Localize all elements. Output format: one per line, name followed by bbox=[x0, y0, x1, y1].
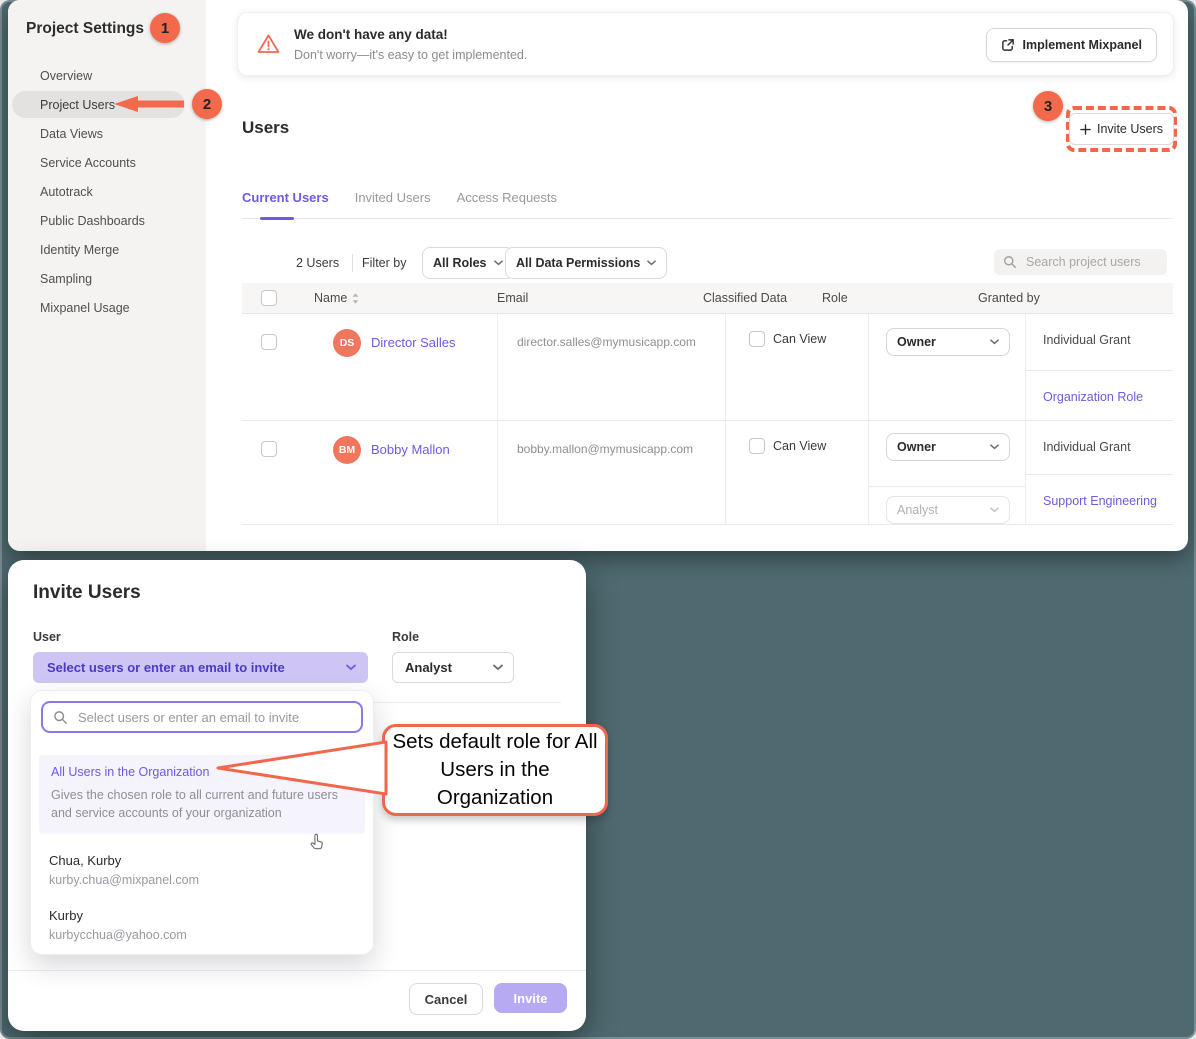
role-select[interactable]: Analyst bbox=[392, 652, 514, 683]
invite-button[interactable]: Invite bbox=[494, 983, 567, 1013]
banner-title: We don't have any data! bbox=[294, 27, 448, 42]
annotation-arrow-icon bbox=[112, 95, 186, 113]
support-engineering-link[interactable]: Support Engineering bbox=[1043, 494, 1157, 508]
permissions-filter-dropdown[interactable]: All Data Permissions bbox=[505, 247, 667, 279]
user-count: 2 Users bbox=[296, 256, 339, 270]
can-view-checkbox[interactable] bbox=[749, 331, 765, 347]
can-view-checkbox[interactable] bbox=[749, 438, 765, 454]
roles-filter-dropdown[interactable]: All Roles bbox=[422, 247, 514, 279]
dropdown-search[interactable] bbox=[41, 701, 363, 733]
granted-by-link-cell: Organization Role bbox=[1026, 370, 1173, 420]
hand-cursor-icon bbox=[307, 833, 326, 852]
col-granted-by: Granted by bbox=[978, 291, 1040, 305]
chevron-down-icon bbox=[647, 260, 656, 266]
role-dropdown[interactable]: Owner bbox=[886, 328, 1010, 356]
user-select-dropdown: All Users in the Organization Gives the … bbox=[30, 690, 374, 955]
sidebar-item-sampling[interactable]: Sampling bbox=[8, 264, 206, 293]
table-row: BM Bobby Mallon bobby.mallon@mymusicapp.… bbox=[242, 421, 1173, 525]
dialog-title: Invite Users bbox=[33, 582, 141, 604]
search-project-users[interactable] bbox=[994, 249, 1167, 275]
col-email: Email bbox=[497, 291, 528, 305]
warning-icon bbox=[256, 32, 281, 56]
invite-users-button[interactable]: Invite Users bbox=[1069, 113, 1174, 145]
granted-by-value: Individual Grant bbox=[1026, 421, 1173, 474]
option-user[interactable]: Kurby kurbycchua@yahoo.com bbox=[49, 908, 187, 942]
role-dropdown[interactable]: Owner bbox=[886, 433, 1010, 461]
implement-mixpanel-button[interactable]: Implement Mixpanel bbox=[986, 28, 1157, 62]
sidebar-item-overview[interactable]: Overview bbox=[8, 61, 206, 90]
role-field-label: Role bbox=[392, 630, 419, 644]
sidebar-item-service-accounts[interactable]: Service Accounts bbox=[8, 148, 206, 177]
annotation-badge-1: 1 bbox=[150, 13, 180, 43]
sidebar-item-public-dashboards[interactable]: Public Dashboards bbox=[8, 206, 206, 235]
filter-row: 2 Users Filter by All Roles All Data Per… bbox=[242, 247, 1172, 279]
plus-icon bbox=[1080, 124, 1091, 135]
organization-role-link[interactable]: Organization Role bbox=[1043, 390, 1143, 404]
annotation-callout: Sets default role for All Users in the O… bbox=[382, 724, 608, 816]
option-user[interactable]: Chua, Kurby kurby.chua@mixpanel.com bbox=[49, 853, 199, 887]
external-link-icon bbox=[1001, 38, 1015, 52]
sidebar-item-identity-merge[interactable]: Identity Merge bbox=[8, 235, 206, 264]
filter-divider bbox=[352, 254, 353, 272]
can-view-label: Can View bbox=[773, 331, 826, 347]
filter-by-label: Filter by bbox=[362, 256, 406, 270]
sidebar-item-data-views[interactable]: Data Views bbox=[8, 119, 206, 148]
users-table: Name Email Classified Data Role Granted … bbox=[242, 283, 1173, 525]
col-name: Name bbox=[314, 291, 347, 305]
annotation-badge-3: 3 bbox=[1033, 91, 1063, 121]
avatar: DS bbox=[333, 329, 361, 357]
annotation-dashed-box: Invite Users bbox=[1066, 106, 1177, 152]
footer-divider bbox=[8, 970, 586, 971]
chevron-down-icon bbox=[494, 260, 503, 266]
tab-current-users[interactable]: Current Users bbox=[242, 183, 329, 218]
sort-icon[interactable] bbox=[352, 293, 359, 304]
screenshot-canvas: Project Settings Overview Project Users … bbox=[0, 0, 1196, 1039]
table-row: DS Director Salles director.salles@mymus… bbox=[242, 314, 1173, 421]
table-header: Name Email Classified Data Role Granted … bbox=[242, 283, 1173, 314]
avatar: BM bbox=[333, 436, 361, 464]
annotation-callout-tail bbox=[212, 736, 388, 800]
chevron-down-icon bbox=[990, 339, 999, 345]
settings-sidebar: Project Settings Overview Project Users … bbox=[8, 0, 206, 551]
active-tab-underline bbox=[260, 217, 294, 221]
user-field-label: User bbox=[33, 630, 61, 644]
user-name-link[interactable]: Bobby Mallon bbox=[371, 436, 450, 524]
chevron-down-icon bbox=[493, 664, 503, 671]
sidebar-item-autotrack[interactable]: Autotrack bbox=[8, 177, 206, 206]
banner-action-label: Implement Mixpanel bbox=[1023, 38, 1142, 52]
row-checkbox[interactable] bbox=[261, 334, 277, 350]
col-classified: Classified Data bbox=[703, 291, 787, 305]
can-view-label: Can View bbox=[773, 438, 826, 454]
chevron-down-icon bbox=[990, 507, 999, 513]
users-tabs: Current Users Invited Users Access Reque… bbox=[242, 183, 1172, 219]
select-all-checkbox[interactable] bbox=[261, 290, 277, 306]
col-role: Role bbox=[822, 291, 848, 305]
granted-by-value: Individual Grant bbox=[1026, 314, 1173, 370]
banner-subtitle: Don't worry—it's easy to get implemented… bbox=[294, 48, 527, 62]
cancel-button[interactable]: Cancel bbox=[409, 983, 483, 1015]
tab-access-requests[interactable]: Access Requests bbox=[457, 183, 557, 218]
no-data-banner: We don't have any data! Don't worry—it's… bbox=[237, 12, 1174, 76]
annotation-badge-2: 2 bbox=[192, 89, 222, 119]
granted-by-link-cell: Support Engineering bbox=[1026, 474, 1173, 524]
page-title: Project Settings bbox=[26, 20, 144, 38]
chevron-down-icon bbox=[346, 664, 356, 671]
tab-invited-users[interactable]: Invited Users bbox=[355, 183, 431, 218]
invite-users-label: Invite Users bbox=[1097, 122, 1163, 136]
search-icon bbox=[53, 710, 68, 725]
search-icon bbox=[1003, 255, 1017, 269]
user-select[interactable]: Select users or enter an email to invite bbox=[33, 652, 368, 683]
role-dropdown-disabled: Analyst bbox=[886, 496, 1010, 524]
dropdown-search-input[interactable] bbox=[76, 709, 350, 726]
users-heading: Users bbox=[242, 118, 289, 138]
row-checkbox[interactable] bbox=[261, 441, 277, 457]
user-email: director.salles@mymusicapp.com bbox=[497, 314, 725, 420]
user-name-link[interactable]: Director Salles bbox=[371, 329, 456, 420]
project-settings-window: Project Settings Overview Project Users … bbox=[8, 0, 1188, 551]
search-input[interactable] bbox=[1024, 254, 1148, 270]
chevron-down-icon bbox=[990, 444, 999, 450]
sidebar-item-mixpanel-usage[interactable]: Mixpanel Usage bbox=[8, 293, 206, 322]
user-email: bobby.mallon@mymusicapp.com bbox=[497, 421, 725, 524]
